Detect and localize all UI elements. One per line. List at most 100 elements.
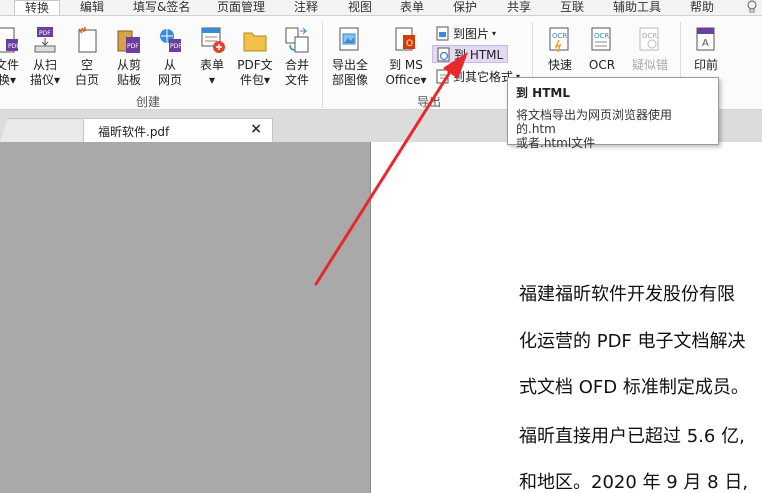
svg-text:PDF: PDF (170, 43, 182, 50)
quick-ocr-button[interactable]: OCR 快速 (543, 25, 577, 73)
from-file-label2: 换▾ (0, 73, 17, 87)
pdf-portfolio-button[interactable]: PDF文 件包▾ (236, 25, 274, 88)
to-html-button[interactable]: 到 HTML (432, 45, 509, 63)
from-file-button[interactable]: PDF 文件 换▾ (0, 25, 22, 88)
from-scanner-label1: 从扫 (32, 58, 57, 72)
from-webpage-label1: 从 (163, 58, 176, 72)
form-label1: 表单 (199, 58, 224, 72)
close-icon[interactable]: × (250, 121, 262, 137)
image-file-icon (436, 26, 450, 41)
form-icon (199, 25, 225, 55)
tab-form[interactable]: 表单 (400, 0, 424, 15)
from-scanner-button[interactable]: PDF 从扫 描仪▾ (27, 25, 63, 88)
svg-text:PDF: PDF (39, 30, 51, 37)
svg-text:OCR: OCR (642, 32, 657, 40)
tab-page-manage[interactable]: 页面管理 (217, 0, 265, 15)
clipboard-icon: PDF (116, 25, 142, 55)
tooltip-title: 到 HTML (516, 86, 570, 100)
blank-page-icon (74, 25, 100, 55)
from-clipboard-button[interactable]: PDF 从剪 贴板 (113, 25, 145, 88)
page-text-line: 福建福昕软件开发股份有限 (519, 284, 735, 305)
previous-document-tab[interactable] (0, 118, 96, 142)
document-tab[interactable]: 福昕软件.pdf × (83, 118, 273, 142)
blank-page-button[interactable]: 空 白页 (72, 25, 102, 88)
create-group-label: 创建 (136, 95, 161, 109)
suspect-error-label: 疑似错 (631, 58, 668, 72)
svg-text:O: O (406, 39, 413, 49)
ribbon-separator (322, 22, 323, 108)
ocr-icon: OCR (589, 25, 615, 55)
blank-page-label1: 空 (80, 58, 93, 72)
document-workspace-background (0, 142, 370, 493)
to-ms-office-label1: 到 MS (389, 58, 423, 72)
from-clipboard-label2: 贴板 (116, 73, 141, 87)
scanner-icon: PDF (32, 25, 58, 55)
to-html-label: 到 HTML (454, 47, 504, 62)
suspect-ocr-icon: OCR (637, 25, 663, 55)
from-scanner-label2: 描仪▾ (29, 73, 61, 87)
tooltip-desc-line2: 或者.html文件 (516, 136, 596, 150)
to-ms-office-button[interactable]: O 到 MS Office▾ (384, 25, 428, 88)
pdf-portfolio-label1: PDF文 (237, 58, 273, 72)
webpage-icon: PDF (157, 25, 183, 55)
page-text-line: 化运营的 PDF 电子文档解决 (519, 331, 746, 352)
merge-icon (284, 25, 310, 55)
html-file-icon (437, 47, 451, 62)
form-label2: ▾ (208, 73, 216, 87)
page-text-line: 福昕直接用户已超过 5.6 亿, (519, 426, 745, 447)
quick-ocr-label: 快速 (547, 58, 572, 72)
file-convert-icon: PDF (0, 25, 20, 55)
to-image-button[interactable]: 到图片 ▾ (436, 24, 496, 42)
tab-protect[interactable]: 保护 (453, 0, 477, 15)
export-images-icon (337, 25, 363, 55)
pdf-portfolio-label2: 件包▾ (239, 73, 271, 87)
from-webpage-button[interactable]: PDF 从 网页 (155, 25, 185, 88)
svg-text:PDF: PDF (8, 43, 20, 50)
svg-text:PDF: PDF (127, 43, 139, 50)
from-file-label1: 文件 (0, 58, 19, 72)
tab-accessibility[interactable]: 辅助工具 (613, 0, 661, 15)
merge-files-label2: 文件 (284, 73, 309, 87)
tab-share[interactable]: 共享 (507, 0, 531, 15)
tooltip-description: 将文档导出为网页浏览器使用的.htm 或者.html文件 (516, 108, 710, 150)
quick-ocr-icon: OCR (547, 25, 573, 55)
svg-text:A: A (702, 38, 709, 49)
export-group-label: 导出 (417, 95, 442, 109)
export-all-label2: 部图像 (331, 73, 368, 87)
merge-files-button[interactable]: 合并 文件 (281, 25, 313, 88)
page-text-line: 式文档 OFD 标准制定成员。 (519, 377, 749, 398)
other-format-icon (436, 69, 450, 84)
ms-office-icon: O (393, 25, 419, 55)
export-all-label1: 导出全 (331, 58, 368, 72)
export-all-images-button[interactable]: 导出全 部图像 (329, 25, 371, 88)
ocr-label: OCR (588, 58, 616, 72)
from-webpage-label2: 网页 (157, 73, 182, 87)
tab-convert[interactable]: 转换 (14, 0, 60, 16)
to-image-dropdown: ▾ (492, 28, 497, 38)
pdf-page: 福建福昕软件开发股份有限 化运营的 PDF 电子文档解决 式文档 OFD 标准制… (370, 142, 762, 493)
menu-tab-bar: 转换 编辑 填写&签名 页面管理 注释 视图 表单 保护 共享 互联 辅助工具 … (0, 0, 762, 16)
tooltip-desc-line1: 将文档导出为网页浏览器使用的.htm (516, 108, 673, 136)
folder-icon (242, 25, 268, 55)
print-prep-icon: A (693, 25, 719, 55)
preflight-button[interactable]: A 印前 (690, 25, 722, 73)
to-ms-office-label2: Office▾ (385, 73, 427, 87)
svg-text:OCR: OCR (552, 32, 567, 40)
form-button[interactable]: 表单 ▾ (196, 25, 228, 88)
from-clipboard-label1: 从剪 (116, 58, 141, 72)
tab-comment[interactable]: 注释 (294, 0, 318, 15)
document-tab-name: 福昕软件.pdf (98, 125, 170, 139)
tab-connect[interactable]: 互联 (560, 0, 584, 15)
svg-text:OCR: OCR (594, 32, 609, 40)
suspect-error-button[interactable]: OCR 疑似错 (628, 25, 672, 73)
tab-help[interactable]: 帮助 (690, 0, 714, 15)
ocr-button[interactable]: OCR OCR (586, 25, 618, 73)
tab-edit[interactable]: 编辑 (80, 0, 104, 15)
tab-fill-sign[interactable]: 填写&签名 (133, 0, 190, 15)
merge-files-label1: 合并 (284, 58, 309, 72)
page-text-line: 和地区。2020 年 9 月 8 日, (519, 472, 749, 493)
preflight-label: 印前 (693, 58, 718, 72)
tab-view[interactable]: 视图 (348, 0, 372, 15)
blank-page-label2: 白页 (74, 73, 99, 87)
to-image-label: 到图片 (453, 26, 490, 41)
